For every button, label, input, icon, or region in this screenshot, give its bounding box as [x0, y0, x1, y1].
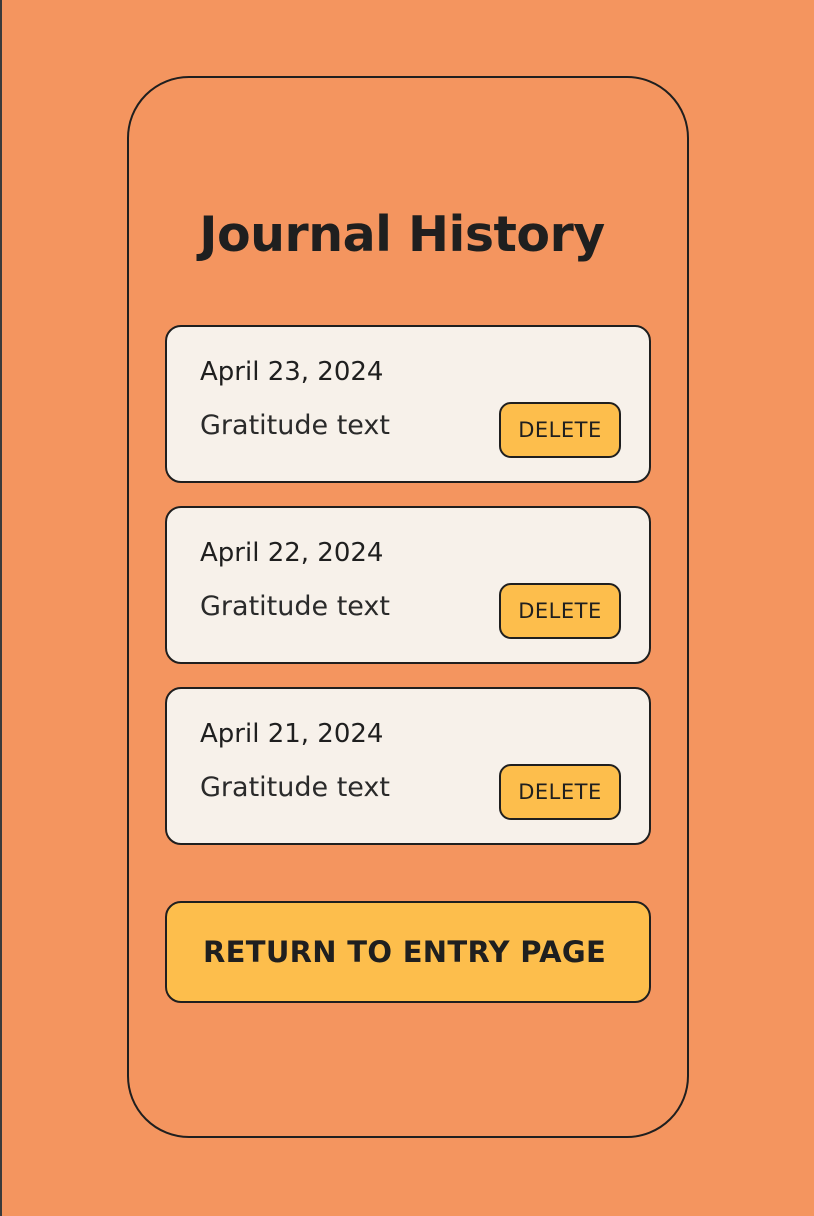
- journal-entry-card: April 23, 2024 Gratitude text DELETE: [165, 325, 651, 483]
- return-to-entry-page-button[interactable]: RETURN TO ENTRY PAGE: [165, 901, 651, 1003]
- entry-text: Gratitude text: [200, 591, 390, 622]
- delete-button[interactable]: DELETE: [499, 402, 621, 458]
- journal-entry-card: April 21, 2024 Gratitude text DELETE: [165, 687, 651, 845]
- entry-date: April 23, 2024: [200, 357, 384, 387]
- entry-date: April 22, 2024: [200, 538, 384, 568]
- delete-button[interactable]: DELETE: [499, 764, 621, 820]
- page-title: Journal History: [199, 206, 605, 263]
- screen-left-edge: [0, 0, 2, 1216]
- entry-text: Gratitude text: [200, 410, 390, 441]
- entry-date: April 21, 2024: [200, 719, 384, 749]
- journal-entry-card: April 22, 2024 Gratitude text DELETE: [165, 506, 651, 664]
- entry-text: Gratitude text: [200, 772, 390, 803]
- delete-button[interactable]: DELETE: [499, 583, 621, 639]
